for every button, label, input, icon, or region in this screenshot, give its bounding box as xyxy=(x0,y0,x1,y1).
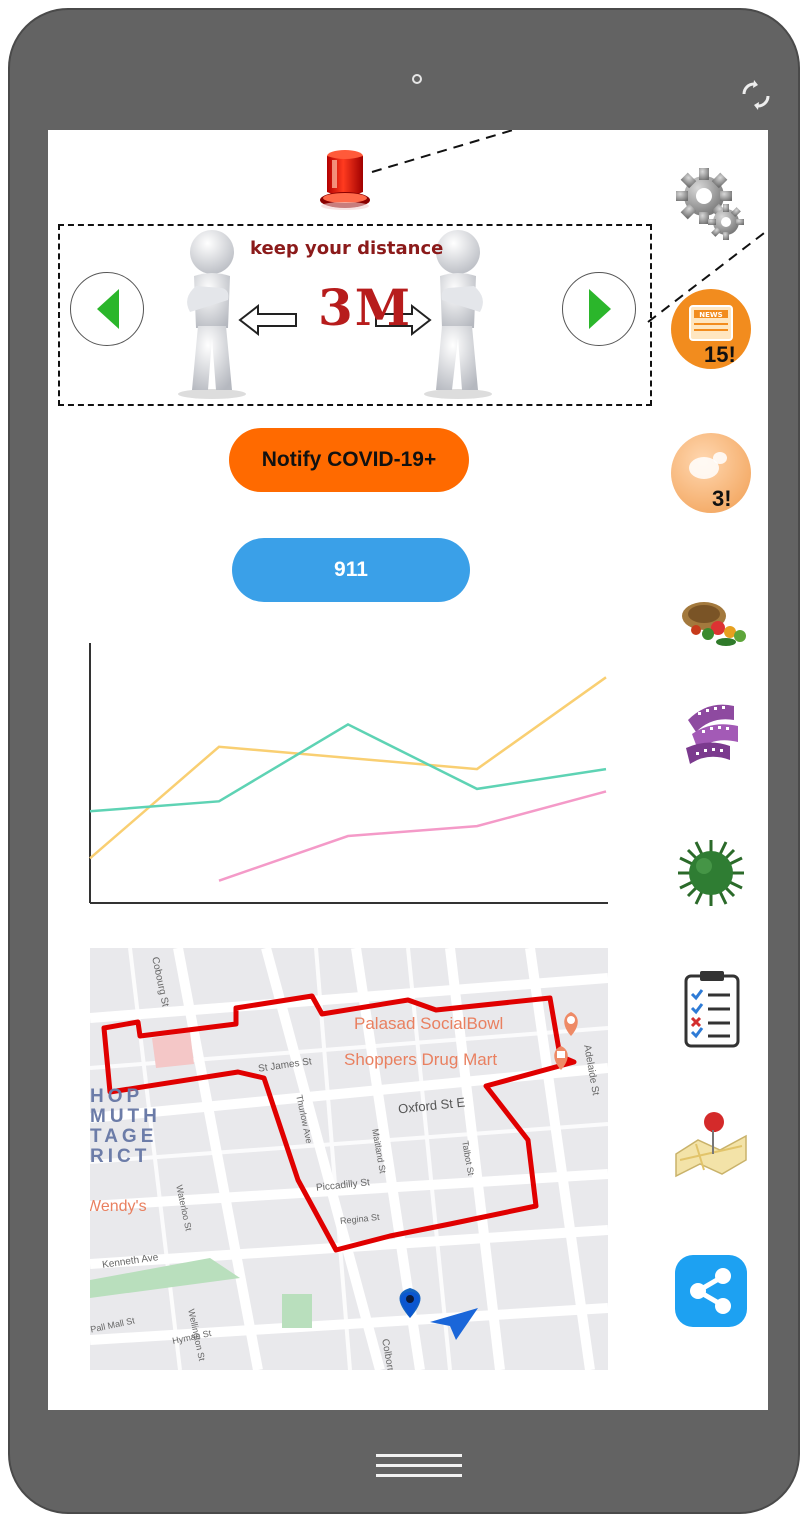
food-basket-icon[interactable] xyxy=(668,580,754,666)
chat-badge: 3! xyxy=(712,486,732,511)
gear-icon[interactable] xyxy=(668,160,754,246)
rotate-icon[interactable] xyxy=(738,80,774,110)
series-line-1 xyxy=(89,676,607,860)
banner-headline: keep your distance xyxy=(250,238,444,259)
right-arrow-icon xyxy=(589,289,611,329)
route-map[interactable]: Palasad SocialBowl Shoppers Drug Mart We… xyxy=(90,948,608,1370)
series-line-2 xyxy=(89,723,607,813)
map-pin-icon[interactable] xyxy=(668,1100,754,1186)
map-place-label: Wendy's xyxy=(90,1198,147,1215)
district-label: MUTH xyxy=(90,1106,161,1127)
district-label: TAGE xyxy=(90,1126,158,1147)
emergency-call-button[interactable]: 911 xyxy=(232,538,470,602)
svg-text:NEWS: NEWS xyxy=(699,311,722,319)
share-icon[interactable] xyxy=(668,1248,754,1334)
notify-covid-button[interactable]: Notify COVID-19+ xyxy=(229,428,469,492)
previous-button[interactable] xyxy=(70,272,144,346)
checklist-icon[interactable] xyxy=(668,966,754,1052)
app-screen: keep your distance 3M Notify COVID-19+ 9… xyxy=(48,130,768,1410)
camera-lens xyxy=(412,74,422,84)
news-badge: 15! xyxy=(704,342,736,367)
chat-button[interactable]: 3! xyxy=(668,430,754,516)
building-area xyxy=(152,1032,194,1068)
district-label: RICT xyxy=(90,1146,151,1167)
distance-value: 3M xyxy=(318,278,413,337)
left-arrow-icon xyxy=(97,289,119,329)
map-streets xyxy=(90,948,608,1370)
home-button[interactable] xyxy=(376,1454,462,1484)
trend-chart xyxy=(89,643,608,904)
place-pin-icon[interactable] xyxy=(560,1010,582,1036)
location-pin-icon[interactable] xyxy=(399,1288,421,1318)
district-label: HOP xyxy=(90,1086,144,1107)
distance-banner: keep your distance 3M xyxy=(58,224,652,406)
chat-icon xyxy=(671,433,751,513)
place-pin-icon[interactable] xyxy=(550,1044,572,1070)
map-place-label: Shoppers Drug Mart xyxy=(344,1050,498,1069)
park-area xyxy=(282,1294,312,1328)
film-reel-icon[interactable] xyxy=(668,690,754,776)
virus-icon[interactable] xyxy=(668,830,754,916)
next-button[interactable] xyxy=(562,272,636,346)
news-button[interactable]: NEWS 15! xyxy=(668,286,754,372)
series-line-3 xyxy=(218,790,607,882)
map-place-label: Palasad SocialBowl xyxy=(354,1014,504,1033)
